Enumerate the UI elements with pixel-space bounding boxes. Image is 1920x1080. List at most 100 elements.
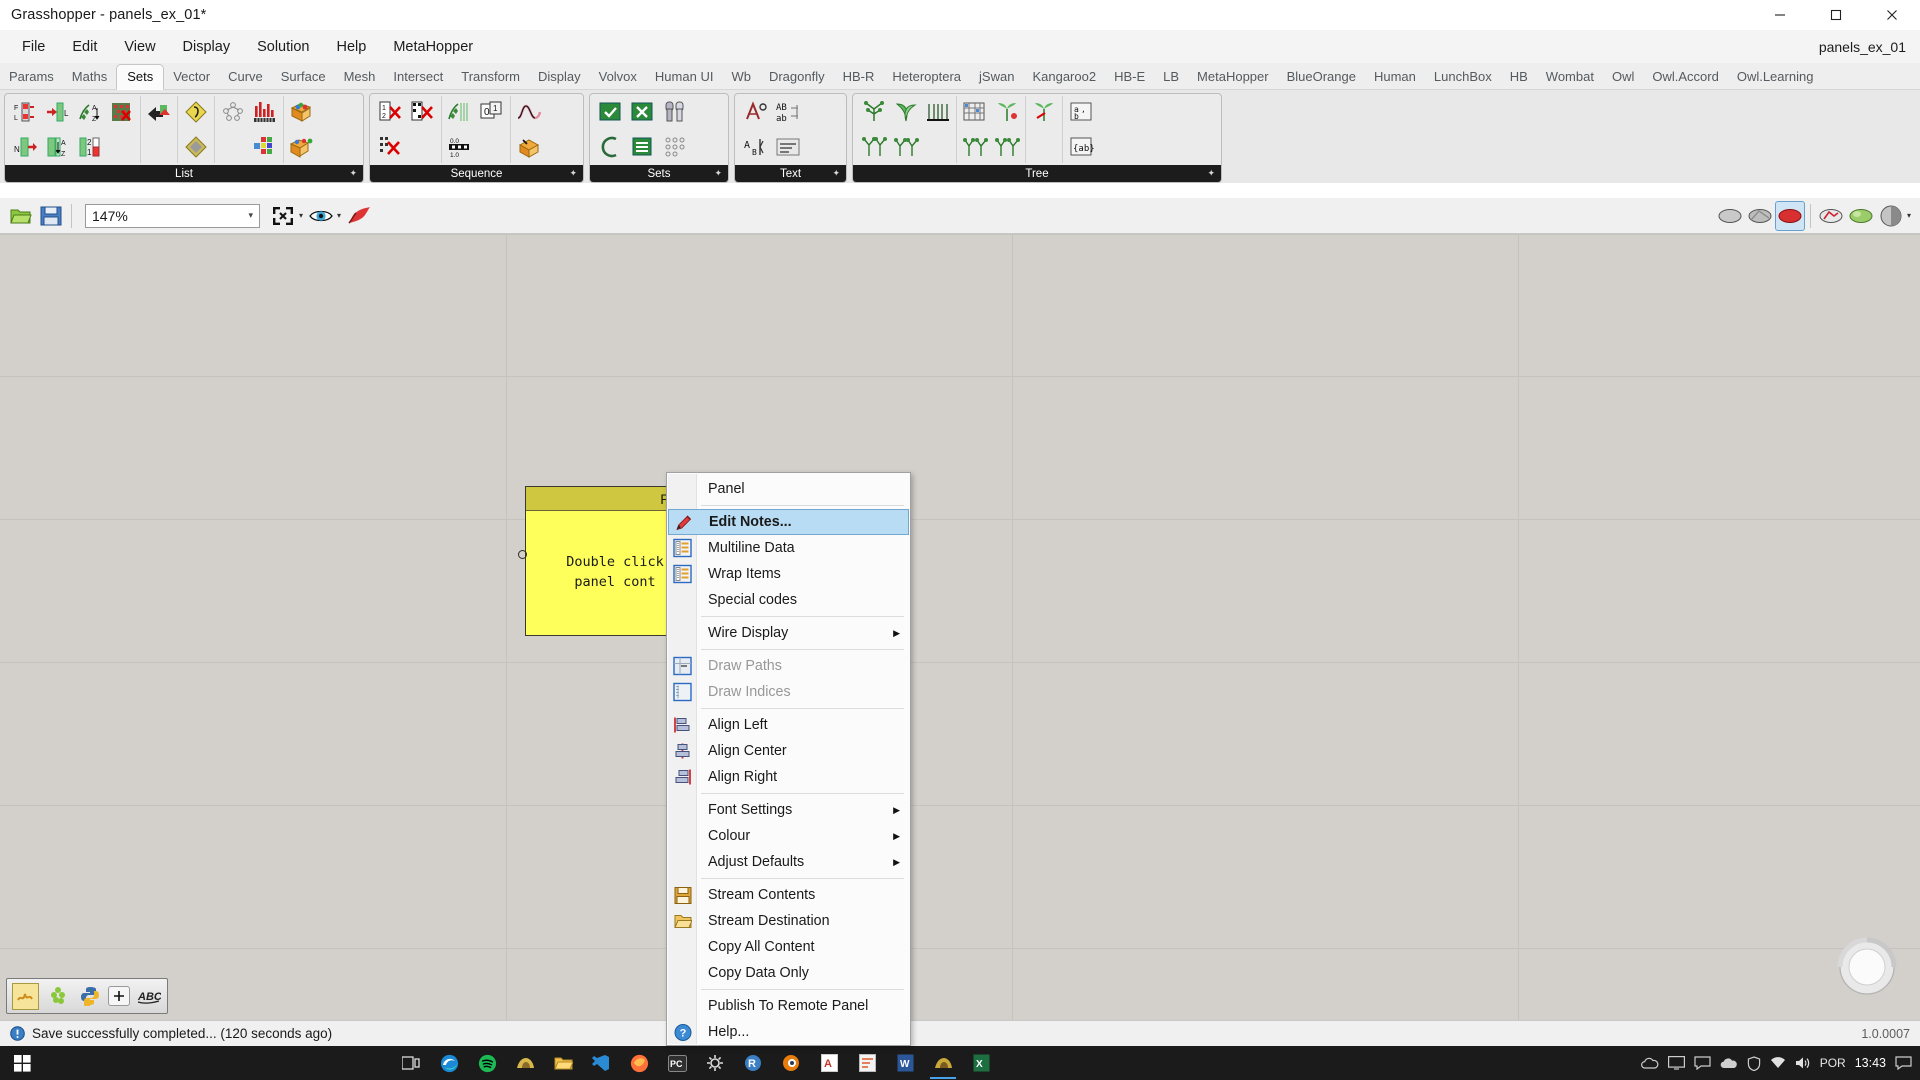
tab-mesh[interactable]: Mesh	[335, 65, 385, 89]
zoom-extents-dropdown-icon[interactable]: ▾	[299, 211, 303, 220]
list-reverse-icon[interactable]: AZ	[43, 133, 73, 161]
sets-grid-icon[interactable]	[181, 133, 211, 161]
sets-key-icon[interactable]	[181, 98, 211, 126]
abc-icon[interactable]: ABC	[135, 983, 162, 1010]
tree-branch-icon[interactable]	[859, 98, 889, 126]
tab-surface[interactable]: Surface	[272, 65, 335, 89]
tab-hb-r[interactable]: HB-R	[834, 65, 884, 89]
cloud-icon[interactable]	[1720, 1056, 1738, 1070]
tab-display[interactable]: Display	[529, 65, 590, 89]
seq-random-icon[interactable]: 01	[477, 98, 507, 126]
list-length-icon[interactable]: N	[11, 133, 41, 161]
task-view-icon[interactable]	[394, 1047, 428, 1079]
menu-item-copy-all-content[interactable]: Copy All Content	[667, 934, 910, 960]
set-difference-icon[interactable]	[287, 133, 317, 161]
tab-sets[interactable]: Sets	[116, 64, 165, 90]
word-icon[interactable]: W	[888, 1047, 922, 1079]
text-format-icon[interactable]	[773, 133, 803, 161]
tab-metahopper[interactable]: MetaHopper	[1188, 65, 1278, 89]
tree-grid-icon[interactable]	[960, 98, 990, 126]
r-studio-icon[interactable]: R	[736, 1047, 770, 1079]
tab-wb[interactable]: Wb	[722, 65, 760, 89]
tab-volvox[interactable]: Volvox	[590, 65, 646, 89]
tab-transform[interactable]: Transform	[452, 65, 529, 89]
grasshopper-icon[interactable]	[12, 982, 39, 1010]
menu-item-align-right[interactable]: Align Right	[667, 764, 910, 790]
tree-shift-paths-icon[interactable]	[1029, 98, 1059, 126]
ribbon-group-text-pin-icon[interactable]: ✦	[832, 168, 840, 179]
volume-icon[interactable]	[1795, 1056, 1811, 1070]
sets-subset-icon[interactable]	[596, 133, 626, 161]
tab-maths[interactable]: Maths	[63, 65, 116, 89]
tab-human-ui[interactable]: Human UI	[646, 65, 723, 89]
open-document-button[interactable]	[6, 201, 36, 231]
tab-intersect[interactable]: Intersect	[384, 65, 452, 89]
sets-pattern-icon[interactable]	[660, 133, 690, 161]
list-shift-icon[interactable]	[144, 98, 174, 126]
tree-merge-icon[interactable]	[960, 133, 990, 161]
explorer-icon[interactable]	[546, 1047, 580, 1079]
menu-item-font-settings[interactable]: Font Settings ▶	[667, 797, 910, 823]
tree-graft2-icon[interactable]	[859, 133, 889, 161]
draw-fancy-icon[interactable]	[1846, 201, 1876, 231]
ribbon-group-list-pin-icon[interactable]: ✦	[349, 168, 357, 179]
onedrive-icon[interactable]	[1640, 1056, 1659, 1070]
start-button[interactable]	[0, 1046, 44, 1080]
tab-blueorange[interactable]: BlueOrange	[1278, 65, 1365, 89]
menu-item-help[interactable]: ? Help...	[667, 1019, 910, 1045]
list-cull-icon[interactable]	[107, 98, 137, 126]
menu-item-stream-destination[interactable]: Stream Destination	[667, 908, 910, 934]
menu-item-colour[interactable]: Colour ▶	[667, 823, 910, 849]
tab-curve[interactable]: Curve	[219, 65, 272, 89]
tab-heteroptera[interactable]: Heteroptera	[883, 65, 970, 89]
ribbon-group-tree-pin-icon[interactable]: ✦	[1207, 168, 1215, 179]
menu-file[interactable]: File	[10, 35, 57, 59]
histogram-icon[interactable]	[250, 98, 280, 126]
text-case-icon[interactable]	[741, 98, 771, 126]
ribbon-group-sets-pin-icon[interactable]: ✦	[714, 168, 722, 179]
vscode-icon[interactable]	[584, 1047, 618, 1079]
chat-icon[interactable]	[1694, 1056, 1711, 1070]
notes-icon[interactable]	[850, 1047, 884, 1079]
list-item-icon[interactable]: FL	[11, 98, 41, 126]
rhino-icon[interactable]	[508, 1047, 542, 1079]
tab-hb[interactable]: HB	[1501, 65, 1537, 89]
tree-flatten-icon[interactable]	[923, 98, 953, 126]
menu-item-publish-to-remote-panel[interactable]: Publish To Remote Panel	[667, 993, 910, 1019]
seq-range-icon[interactable]: 0.0 1.0	[445, 133, 475, 161]
tree-leaf-icon[interactable]	[891, 98, 921, 126]
menu-item-wire-display[interactable]: Wire Display ▶	[667, 620, 910, 646]
menu-item-align-center[interactable]: Align Center	[667, 738, 910, 764]
network-icon[interactable]	[1770, 1056, 1786, 1070]
tab-vector[interactable]: Vector	[164, 65, 219, 89]
menu-item-special-codes[interactable]: Special codes	[667, 587, 910, 613]
menu-solution[interactable]: Solution	[245, 35, 321, 59]
taskbar-clock[interactable]: 13:43	[1855, 1056, 1886, 1070]
text-concat-icon[interactable]: AB ab	[773, 98, 803, 126]
paint-preview-button[interactable]	[344, 201, 374, 231]
tree-prune-icon[interactable]	[992, 133, 1022, 161]
grasshopper-task-icon[interactable]	[926, 1047, 960, 1079]
menu-item-adjust-defaults[interactable]: Adjust Defaults ▶	[667, 849, 910, 875]
hops-icon[interactable]	[44, 983, 71, 1010]
canvas-nav-widget[interactable]	[1836, 936, 1898, 998]
menu-edit[interactable]: Edit	[60, 35, 109, 59]
menu-metahopper[interactable]: MetaHopper	[381, 35, 485, 59]
sets-create-icon[interactable]	[596, 98, 626, 126]
menu-view[interactable]: View	[112, 35, 167, 59]
preview-dropdown-icon[interactable]: ▾	[337, 211, 341, 220]
seq-graph-icon[interactable]	[514, 98, 544, 126]
acrobat-icon[interactable]: A	[812, 1047, 846, 1079]
edge-icon[interactable]	[432, 1047, 466, 1079]
preview-off-icon[interactable]	[1715, 201, 1745, 231]
add-icon[interactable]	[108, 986, 130, 1006]
text-ab-box-icon[interactable]: a,b	[1066, 98, 1096, 126]
maximize-button[interactable]	[1808, 0, 1864, 30]
menu-item-stream-contents[interactable]: Stream Contents	[667, 882, 910, 908]
zoom-extents-button[interactable]	[268, 201, 298, 231]
tab-owl-learning[interactable]: Owl.Learning	[1728, 65, 1823, 89]
menu-item-edit-notes[interactable]: Edit Notes...	[668, 509, 909, 535]
tree-graft-icon[interactable]	[218, 98, 248, 126]
minimize-button[interactable]	[1752, 0, 1808, 30]
sets-key-value-icon[interactable]	[660, 98, 690, 126]
